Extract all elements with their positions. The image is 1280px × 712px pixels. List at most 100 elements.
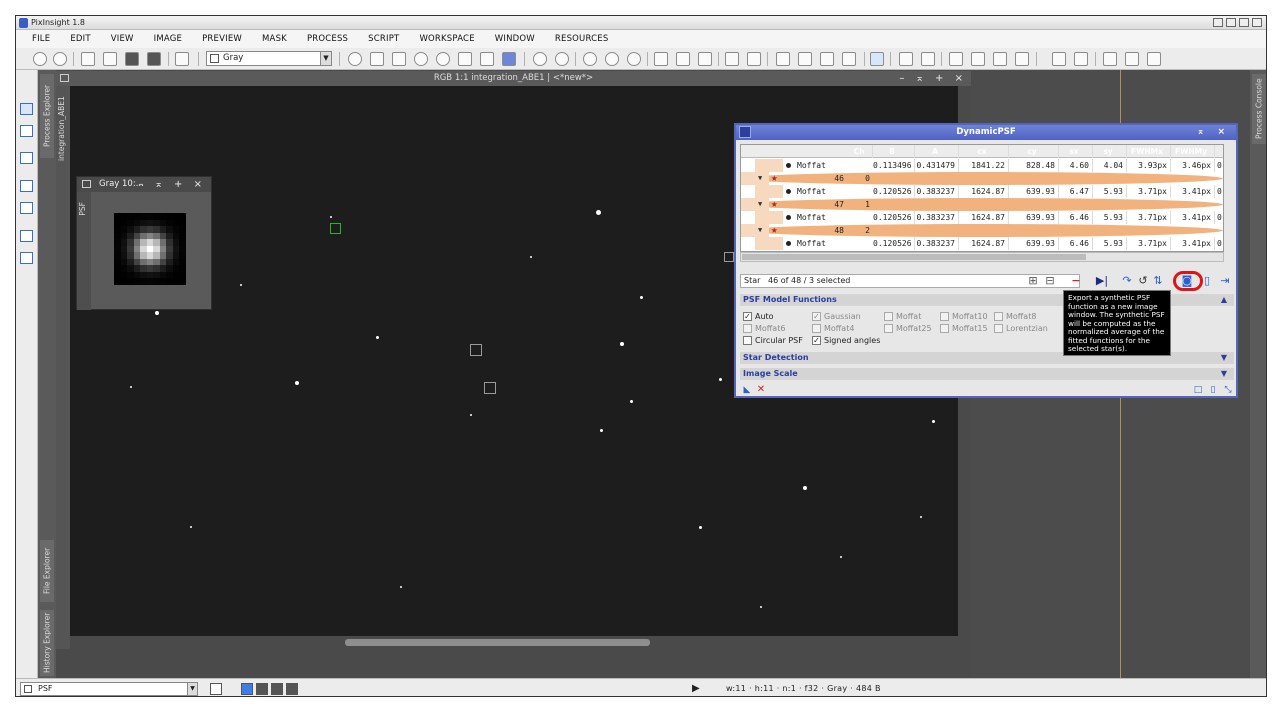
move-icon[interactable] — [348, 52, 362, 66]
new-image-icon[interactable] — [81, 52, 95, 66]
checkbox-circular-psf-box[interactable] — [743, 336, 752, 345]
checkbox-circular-psf[interactable]: Circular PSF — [743, 335, 803, 346]
process-active-icon[interactable] — [870, 52, 884, 66]
collapse-row-icon[interactable]: ▼ — [758, 198, 762, 211]
view-selector[interactable]: PSF ▼ — [20, 682, 198, 696]
checkbox-gaussian-box[interactable]: ✓ — [812, 312, 821, 321]
collapse-icon[interactable]: ▲ — [1221, 294, 1227, 306]
checkbox-auto[interactable]: ✓ Auto — [743, 311, 774, 322]
preview-window-icon[interactable] — [698, 52, 712, 66]
export-icon[interactable]: ⇥ — [1218, 274, 1232, 288]
workspace-icon-1[interactable] — [1052, 52, 1066, 66]
zoom-region-icon[interactable] — [627, 52, 641, 66]
monitor-icon[interactable] — [20, 103, 33, 115]
image-icon[interactable] — [20, 125, 33, 137]
sort-icon[interactable]: ⇅ — [1151, 274, 1165, 288]
zoom-2-1-icon[interactable] — [605, 52, 619, 66]
checkbox-lorentzian[interactable]: Lorentzian — [994, 323, 1048, 334]
screen-transfer-icon[interactable] — [175, 52, 189, 66]
zoom-in-icon[interactable] — [533, 52, 547, 66]
new-view-icon[interactable] — [20, 180, 33, 192]
checkbox-moffat-box[interactable] — [884, 312, 893, 321]
selected-star-marker[interactable] — [330, 223, 341, 234]
window-menu-icon[interactable] — [82, 180, 91, 188]
star-row[interactable]: ▼ ★ 48 2 — [741, 223, 1223, 237]
zoom-1-1-icon[interactable] — [583, 52, 597, 66]
workspace-icon-2[interactable] — [1074, 52, 1088, 66]
column-header[interactable]: B — [873, 145, 915, 158]
color-channel-select[interactable]: Gray ▼ — [206, 51, 332, 66]
workspace-icon-3[interactable] — [1103, 52, 1117, 66]
checkbox-gaussian[interactable]: ✓ Gaussian — [812, 311, 861, 322]
workspace-icon-4[interactable] — [1125, 52, 1139, 66]
next-star-icon[interactable]: ▶| — [1095, 274, 1109, 288]
play-icon[interactable]: ▶ — [692, 683, 700, 694]
view-icon[interactable] — [20, 152, 33, 164]
expand-all-icon[interactable]: ⊞ — [1026, 274, 1040, 288]
section-image-scale[interactable]: Image Scale ▼ — [740, 368, 1234, 380]
process-icon-8[interactable] — [971, 52, 985, 66]
column-header[interactable]: sx — [1059, 145, 1093, 158]
process-icon-10[interactable] — [1015, 52, 1029, 66]
checkbox-lorentzian-box[interactable] — [994, 324, 1003, 333]
menu-mask[interactable]: MASK — [252, 34, 297, 44]
menu-view[interactable]: VIEW — [101, 34, 144, 44]
checkbox-moffat8-box[interactable] — [994, 312, 1003, 321]
horizontal-scrollbar[interactable] — [70, 636, 958, 649]
checkbox-moffat[interactable]: Moffat — [884, 311, 921, 322]
undo-icon[interactable] — [33, 52, 47, 66]
document-icon[interactable]: ▯ — [1206, 383, 1220, 397]
star-row[interactable]: ▼ ★ 47 1 — [741, 197, 1223, 211]
checkbox-moffat15[interactable]: Moffat15 — [940, 323, 988, 334]
fit-row[interactable]: Moffat 0.120526 0.383237 1624.87 639.93 6.47 5… — [741, 185, 1223, 198]
open-image-icon[interactable] — [103, 52, 117, 66]
fit-view-icon[interactable] — [370, 52, 384, 66]
column-header[interactable]: cy — [1009, 145, 1059, 158]
process-icon-2[interactable] — [798, 52, 812, 66]
new-instance-icon[interactable]: ◣ — [740, 383, 754, 397]
workspace-icon-5[interactable] — [1147, 52, 1161, 66]
scrollbar-thumb[interactable] — [345, 639, 650, 646]
menu-process[interactable]: PROCESS — [297, 34, 358, 44]
star-row[interactable]: ▼ ★ 46 0 — [741, 171, 1223, 185]
recompute-icon[interactable]: ↺ — [1136, 274, 1150, 288]
menu-image[interactable]: IMAGE — [144, 34, 192, 44]
process-icon-6[interactable] — [921, 52, 935, 66]
collapse-row-icon[interactable]: ▼ — [758, 172, 762, 185]
channel-r-icon[interactable] — [256, 683, 268, 695]
column-header[interactable]: FWHMx — [1127, 145, 1171, 158]
delete-star-icon[interactable]: − — [1069, 274, 1083, 288]
menu-edit[interactable]: EDIT — [60, 34, 100, 44]
psf-table[interactable]: Ch B Acx cy sx sy FWHMx FWHMy Moffat 0.113496 0.43… — [740, 144, 1224, 252]
psf-id-tab[interactable]: PSF — [77, 192, 91, 310]
reset-icon[interactable]: ✕ — [754, 383, 768, 397]
collapse-row-icon[interactable]: ▼ — [758, 224, 762, 237]
process-icon-1[interactable] — [776, 52, 790, 66]
close-button[interactable] — [1252, 18, 1262, 27]
restore-window-button[interactable] — [1213, 18, 1223, 27]
redo-fit-icon[interactable]: ↷ — [1120, 274, 1134, 288]
select-icon[interactable] — [480, 52, 494, 66]
menu-script[interactable]: SCRIPT — [358, 34, 409, 44]
channel-b-icon[interactable] — [286, 683, 298, 695]
process-icon-7[interactable] — [949, 52, 963, 66]
save-as-icon[interactable] — [147, 52, 161, 66]
checkbox-auto-box[interactable]: ✓ — [743, 312, 752, 321]
checkbox-moffat15-box[interactable] — [940, 324, 949, 333]
redo-icon[interactable] — [53, 52, 67, 66]
maximize-button[interactable] — [1239, 18, 1249, 27]
star-marker[interactable] — [470, 344, 482, 356]
checkbox-signed-angles[interactable]: ✓ Signed angles — [812, 335, 880, 346]
table-horizontal-scrollbar[interactable] — [740, 252, 1224, 262]
process-icon-5[interactable] — [899, 52, 913, 66]
tab-process-console[interactable]: Process Console — [1252, 74, 1266, 144]
menu-workspace[interactable]: WORKSPACE — [409, 34, 484, 44]
psf-window-controls[interactable]: – ⌅ + × — [138, 177, 206, 192]
window-menu-icon[interactable] — [60, 74, 69, 82]
tab-file-explorer[interactable]: File Explorer — [40, 540, 54, 602]
menu-resources[interactable]: RESOURCES — [545, 34, 619, 44]
zoom-out-icon[interactable] — [555, 52, 569, 66]
minimize-button[interactable] — [1226, 18, 1236, 27]
process-icon-4[interactable] — [842, 52, 856, 66]
checkbox-moffat25-box[interactable] — [884, 324, 893, 333]
